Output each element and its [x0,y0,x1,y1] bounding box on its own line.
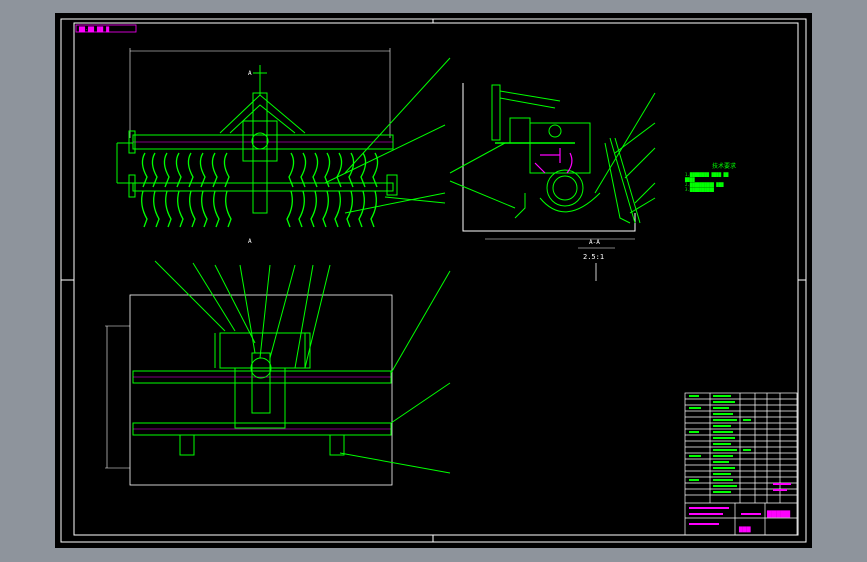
notes-heading: 技术要求 [712,162,736,170]
drawing-tag: ██-██ ██ █ [78,26,110,33]
title-drawing-name: █████ [766,510,790,518]
title-part-name: ███ [738,526,751,533]
inner-border [73,22,799,536]
bom-cell-marks [689,395,751,493]
drawing-canvas: ██-██ ██ █ A A A-A 2.5:1 技术要求 1.████████… [60,18,807,543]
section-highlight [534,148,573,174]
notes-block: 1.████████ ████ ██ ████ 2.██████████ ███… [684,172,729,192]
cut-marker-bottom: A [248,238,252,245]
cad-viewport[interactable]: ██-██ ██ █ A A A-A 2.5:1 技术要求 1.████████… [55,13,812,548]
section-label: A-A [589,239,600,246]
section-scale: 2.5:1 [583,253,604,261]
outer-border [60,18,807,543]
border-ticks [61,19,806,542]
svg-text:3.██████████: 3.██████████ [685,187,714,192]
plan-view [105,260,451,486]
cut-marker-top: A [248,70,252,77]
front-view [116,48,451,228]
section-view [449,83,656,240]
